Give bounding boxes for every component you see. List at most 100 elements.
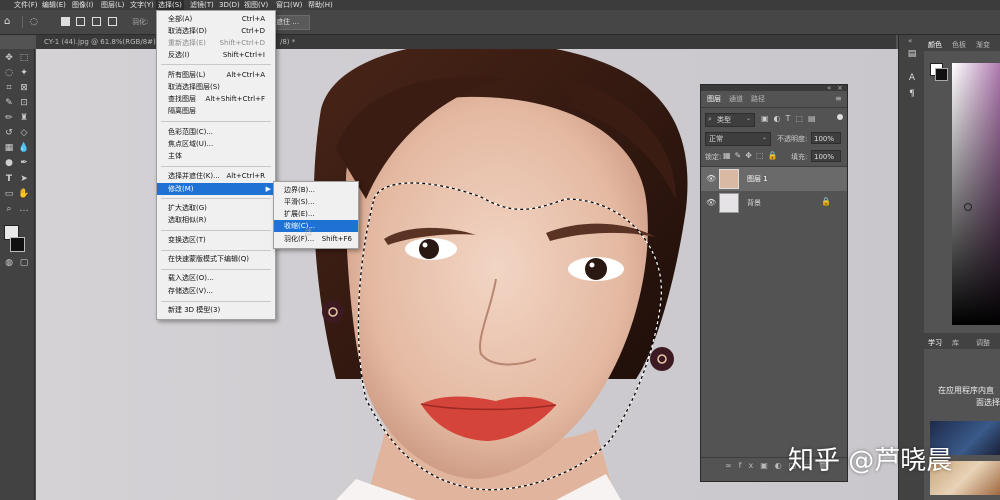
color-picker-cursor[interactable] (964, 203, 972, 211)
opacity-input[interactable]: 100% (811, 132, 841, 144)
tab-paths[interactable]: 路径 (747, 91, 769, 107)
eraser-tool-icon[interactable]: ◇ (18, 127, 30, 139)
layer-name[interactable]: 图层 1 (747, 174, 768, 184)
lasso-icon[interactable]: ◌ (30, 17, 44, 27)
ps-logo-icon[interactable] (4, 0, 12, 10)
submenu-item-feather[interactable]: 羽化(F)... Shift+F6 (274, 233, 358, 245)
filter-kind-select[interactable]: ⌕ 类型 ⌄ (705, 113, 755, 127)
menu-item-select-and-mask[interactable]: 选择并遮住(K)... Alt+Ctrl+R (157, 170, 275, 182)
submenu-item-smooth[interactable]: 平滑(S)... (274, 196, 358, 208)
menu-item-save-selection[interactable]: 存储选区(V)... (157, 285, 275, 297)
history-icon[interactable]: ▤ (906, 49, 918, 61)
brush-tool-icon[interactable]: ✏ (3, 112, 15, 124)
submenu-item-expand[interactable]: 扩展(E)... (274, 208, 358, 220)
menu-item-all[interactable]: 全部(A) Ctrl+A (157, 13, 275, 25)
lasso-tool-icon[interactable]: ◌ (3, 67, 15, 79)
move-tool-icon[interactable]: ✥ (3, 52, 15, 64)
fill-input[interactable]: 100% (811, 150, 841, 162)
layer-row[interactable]: 👁 图层 1 (701, 167, 847, 191)
menu-filter[interactable]: 滤镜(T) (188, 0, 216, 10)
subtract-selection-icon[interactable] (92, 17, 101, 26)
lock-icons[interactable]: ▦✎✥⬚🔒 (723, 151, 781, 160)
marquee-tool-icon[interactable]: ⬚ (18, 52, 30, 64)
tab-gradients[interactable]: 渐变 (976, 40, 990, 50)
menu-item-deselect-layers[interactable]: 取消选择图层(S) (157, 81, 275, 93)
menu-item-load-selection[interactable]: 载入选区(O)... (157, 272, 275, 284)
type-tool-icon[interactable]: T (3, 173, 15, 185)
patch-tool-icon[interactable]: ⊡ (18, 97, 30, 109)
frame-tool-icon[interactable]: ⊠ (18, 82, 30, 94)
quick-mask-icon[interactable]: ◍ (3, 257, 15, 269)
crop-tool-icon[interactable]: ⌗ (3, 82, 15, 94)
filter-toggle-icon[interactable] (837, 114, 843, 120)
blur-tool-icon[interactable]: 💧 (18, 142, 30, 154)
foreground-color-swatch[interactable] (10, 237, 25, 252)
expand-panels-icon[interactable]: « (908, 37, 912, 45)
more-tools-icon[interactable]: … (18, 203, 30, 215)
menu-type[interactable]: 文字(Y) (128, 0, 156, 10)
menu-view[interactable]: 视图(V) (242, 0, 270, 10)
new-selection-icon[interactable] (61, 17, 70, 26)
menu-item-grow[interactable]: 扩大选取(G) (157, 202, 275, 214)
menu-help[interactable]: 帮助(H) (306, 0, 335, 10)
menu-item-reselect[interactable]: 重新选择(E) Shift+Ctrl+D (157, 37, 275, 49)
history-brush-tool-icon[interactable]: ↺ (3, 127, 15, 139)
stamp-tool-icon[interactable]: ♜ (18, 112, 30, 124)
pen-tool-icon[interactable]: ✒ (18, 157, 30, 169)
tab-swatches[interactable]: 色板 (952, 40, 966, 50)
character-icon[interactable]: A (906, 73, 918, 85)
visibility-eye-icon[interactable]: 👁 (706, 198, 716, 207)
tab-color[interactable]: 颜色 (928, 40, 942, 50)
tab-document-1[interactable]: CY-1 (44).jpg @ 61.8%(RGB/8#) (40, 35, 160, 49)
menu-item-find-layers[interactable]: 查找图层 Alt+Shift+Ctrl+F (157, 93, 275, 105)
menu-layer[interactable]: 图层(L) (99, 0, 126, 10)
paragraph-icon[interactable]: ¶ (906, 89, 918, 101)
blend-mode-select[interactable]: 正常 ⌄ (705, 132, 771, 146)
menu-3d[interactable]: 3D(D) (217, 0, 242, 10)
menu-item-inverse[interactable]: 反选(I) Shift+Ctrl+I (157, 49, 275, 61)
submenu-item-contract[interactable]: 收缩(C)... (274, 220, 358, 232)
menu-item-similar[interactable]: 选取相似(R) (157, 214, 275, 226)
visibility-eye-icon[interactable]: 👁 (706, 174, 716, 183)
menu-window[interactable]: 窗口(W) (274, 0, 304, 10)
zoom-tool-icon[interactable]: ⌕ (3, 203, 15, 215)
color-picker-field[interactable] (952, 63, 1000, 325)
rectangle-tool-icon[interactable]: ▭ (3, 188, 15, 200)
menu-item-isolate-layers[interactable]: 隔离图层 (157, 105, 275, 117)
panel-menu-icon[interactable]: ≡ (835, 94, 842, 103)
add-selection-icon[interactable] (76, 17, 85, 26)
layer-row[interactable]: 👁 背景 🔒 (701, 191, 847, 215)
layer-name[interactable]: 背景 (747, 198, 761, 208)
gradient-tool-icon[interactable]: ▦ (3, 142, 15, 154)
close-panel-icon[interactable]: × (837, 84, 843, 92)
home-icon[interactable]: ⌂ (4, 16, 16, 28)
menu-item-modify[interactable]: 修改(M) ▶ (157, 183, 275, 195)
menu-item-subject[interactable]: 主体 (157, 150, 275, 162)
menu-item-quick-mask[interactable]: 在快速蒙版模式下编辑(Q) (157, 253, 275, 265)
menu-item-deselect[interactable]: 取消选择(D) Ctrl+D (157, 25, 275, 37)
magic-wand-tool-icon[interactable]: ✦ (18, 67, 30, 79)
bg-color-swatch[interactable] (935, 68, 948, 81)
hand-tool-icon[interactable]: ✋ (18, 188, 30, 200)
screen-mode-icon[interactable]: ▢ (18, 257, 30, 269)
path-selection-tool-icon[interactable]: ➤ (18, 173, 30, 185)
menu-item-all-layers[interactable]: 所有图层(L) Alt+Ctrl+A (157, 69, 275, 81)
menu-item-focus-area[interactable]: 焦点区域(U)... (157, 138, 275, 150)
menu-file[interactable]: 文件(F) (12, 0, 40, 10)
submenu-item-border[interactable]: 边界(B)... (274, 184, 358, 196)
menu-select[interactable]: 选择(S) (156, 0, 184, 10)
tab-layers[interactable]: 图层 (703, 91, 725, 107)
tab-adjustments[interactable]: 调整 (976, 338, 990, 348)
tab-libraries[interactable]: 库 (952, 338, 959, 348)
intersect-selection-icon[interactable] (108, 17, 117, 26)
tab-channels[interactable]: 通道 (725, 91, 747, 107)
menu-item-new-3d-model[interactable]: 新建 3D 模型(3) (157, 304, 275, 316)
filter-icons[interactable]: ▣◐T⬚▤ (761, 114, 821, 123)
tab-document-2[interactable]: /8) * (276, 35, 299, 49)
menu-item-transform-selection[interactable]: 变换选区(T) (157, 234, 275, 246)
collapse-icon[interactable]: « (827, 84, 831, 92)
tab-learn[interactable]: 学习 (928, 338, 942, 348)
dodge-tool-icon[interactable]: ● (3, 157, 15, 169)
menu-item-color-range[interactable]: 色彩范围(C)... (157, 126, 275, 138)
eyedropper-tool-icon[interactable]: ✎ (3, 97, 15, 109)
